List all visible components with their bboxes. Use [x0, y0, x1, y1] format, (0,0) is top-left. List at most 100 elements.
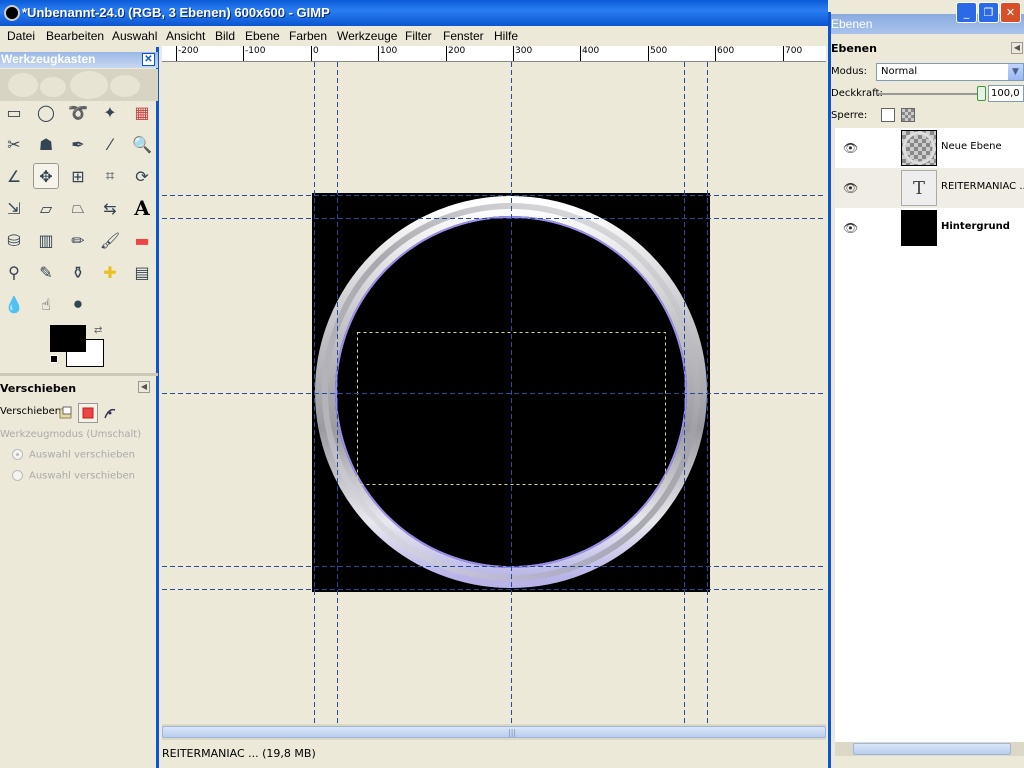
gimp-app-icon[interactable]	[4, 5, 20, 21]
toolbox-window: Werkzeugkasten ✕ ⇄ Verschieben ◀ Verschi…	[0, 47, 159, 768]
paths-icon[interactable]: ✒	[65, 131, 91, 157]
image-canvas[interactable]	[162, 62, 826, 724]
scrollbar-thumb[interactable]	[853, 743, 1011, 755]
layer-row[interactable]: 👁 Hintergrund	[835, 208, 1024, 248]
swap-colors-icon[interactable]: ⇄	[94, 325, 102, 336]
layer-row[interactable]: 👁 Neue Ebene	[835, 128, 1024, 168]
clone-icon[interactable]: ⚱	[65, 259, 91, 285]
menu-ansicht[interactable]: Ansicht	[166, 29, 205, 43]
lock-alpha-icon[interactable]	[901, 108, 915, 122]
close-icon[interactable]: ✕	[142, 53, 155, 66]
lasso-icon[interactable]: ➰	[65, 99, 91, 125]
crop-icon[interactable]: ⌗	[97, 163, 123, 189]
layers-tab-header: Ebenen ◀	[831, 42, 1024, 55]
eye-icon[interactable]: 👁	[843, 141, 858, 155]
move-path-icon[interactable]	[100, 403, 120, 423]
reset-colors-icon[interactable]	[50, 355, 58, 363]
ruler-label: 500	[650, 46, 668, 56]
opacity-input[interactable]: 100,0	[988, 85, 1024, 102]
radio-option-2[interactable]: Auswahl verschieben	[12, 470, 135, 482]
menu-fenster[interactable]: Fenster	[443, 29, 484, 43]
move-layer-icon[interactable]	[56, 403, 76, 423]
minimize-icon[interactable]: _	[956, 2, 977, 23]
opacity-slider[interactable]	[878, 93, 982, 95]
menu-hilfe[interactable]: Hilfe	[494, 29, 518, 43]
scissors-icon[interactable]: ✂	[1, 131, 27, 157]
fuzzy-select-icon[interactable]: ✦	[97, 99, 123, 125]
airbrush-icon[interactable]: ⚲	[1, 259, 27, 285]
layers-tab-title: Ebenen	[831, 42, 877, 55]
rect-select-icon[interactable]: ▭	[1, 99, 27, 125]
foreground-select-icon[interactable]: ☗	[33, 131, 59, 157]
ruler-label: -100	[245, 46, 266, 56]
opacity-slider-handle[interactable]	[977, 86, 986, 101]
ruler-label: 600	[717, 46, 735, 56]
bucket-fill-icon[interactable]: ⛁	[1, 227, 27, 253]
move-selection-icon[interactable]	[78, 403, 98, 423]
scrollbar-thumb[interactable]	[162, 726, 826, 738]
menu-werkzeuge[interactable]: Werkzeuge	[337, 29, 397, 43]
dodge-burn-icon[interactable]: ⚫	[65, 291, 91, 317]
panel-menu-icon[interactable]: ◀	[138, 381, 150, 393]
fg-bg-colors[interactable]: ⇄	[50, 325, 104, 367]
mode-dropdown[interactable]: Normal ▼	[876, 63, 1024, 81]
color-select-icon[interactable]: ▦	[129, 99, 155, 125]
layer-row[interactable]: 👁 T REITERMANIAC ...	[835, 168, 1024, 208]
lock-pixels-checkbox[interactable]	[881, 108, 895, 122]
lock-label: Sperre:	[831, 110, 868, 121]
eye-icon[interactable]: 👁	[843, 181, 858, 195]
menu-bild[interactable]: Bild	[215, 29, 235, 43]
text-layer-icon: T	[901, 170, 937, 206]
color-picker-icon[interactable]: ⁄	[97, 131, 123, 157]
maximize-icon[interactable]: ❐	[978, 2, 999, 23]
tool-options: Verschieben ◀ Verschieben: Werkzeugmodus…	[0, 373, 158, 493]
menu-ebene[interactable]: Ebene	[245, 29, 280, 43]
guides[interactable]	[162, 62, 826, 724]
panel-menu-icon[interactable]: ◀	[1011, 42, 1023, 54]
measure-icon[interactable]: ∠	[1, 163, 27, 189]
move-icon[interactable]: ✥	[33, 163, 59, 189]
shear-icon[interactable]: ▱	[33, 195, 59, 221]
scale-icon[interactable]: ⇲	[1, 195, 27, 221]
horizontal-scrollbar[interactable]: |||	[162, 724, 826, 740]
foreground-color-swatch[interactable]	[50, 325, 86, 352]
window-controls: _ ❐ ✕	[956, 2, 1024, 23]
radio-option-1[interactable]: Auswahl verschieben	[12, 449, 135, 461]
close-icon[interactable]: ✕	[1000, 2, 1021, 23]
rotate-icon[interactable]: ⟳	[129, 163, 155, 189]
menu-auswahl[interactable]: Auswahl	[112, 29, 157, 43]
title-bar[interactable]: *Unbenannt-24.0 (RGB, 3 Ebenen) 600x600 …	[0, 0, 828, 26]
layer-name: Hintergrund	[941, 221, 1010, 232]
chevron-down-icon[interactable]: ▼	[1008, 64, 1023, 80]
blend-icon[interactable]: ▥	[33, 227, 59, 253]
menu-farben[interactable]: Farben	[289, 29, 327, 43]
toolbox-title-bar[interactable]: Werkzeugkasten ✕	[0, 52, 158, 68]
canvas-drawing[interactable]	[162, 62, 826, 724]
eye-icon[interactable]: 👁	[843, 221, 858, 235]
horizontal-ruler[interactable]: -200 -100 0 100 200 300 400 500 600 700	[162, 46, 826, 62]
perspective-clone-icon[interactable]: ▤	[129, 259, 155, 285]
eraser-icon[interactable]: ▬	[129, 227, 155, 253]
perspective-icon[interactable]: ⏢	[65, 195, 91, 221]
flip-icon[interactable]: ⇆	[97, 195, 123, 221]
layers-scrollbar[interactable]	[835, 742, 1024, 756]
text-icon[interactable]: A	[129, 195, 155, 221]
blur-icon[interactable]: 💧	[1, 291, 27, 317]
zoom-icon[interactable]: 🔍	[129, 131, 155, 157]
ellipse-select-icon[interactable]: ◯	[33, 99, 59, 125]
menu-bearbeiten[interactable]: Bearbeiten	[46, 29, 104, 43]
menu-filter[interactable]: Filter	[405, 29, 432, 43]
smudge-icon[interactable]: ☝	[33, 291, 59, 317]
ink-icon[interactable]: ✎	[33, 259, 59, 285]
menu-datei[interactable]: Datei	[7, 29, 35, 43]
pencil-icon[interactable]: ✏	[65, 227, 91, 253]
align-icon[interactable]: ⊞	[65, 163, 91, 189]
tool-mode-label: Werkzeugmodus (Umschalt)	[0, 429, 142, 440]
mode-label: Modus:	[831, 66, 868, 77]
radio-label-2: Auswahl verschieben	[29, 470, 135, 482]
mode-row: Modus: Normal ▼	[831, 63, 1024, 81]
layer-thumbnail	[901, 210, 937, 246]
paintbrush-icon[interactable]: 🖌	[97, 227, 123, 253]
heal-icon[interactable]: ✚	[97, 259, 123, 285]
dock-window-title: Ebenen	[831, 17, 873, 31]
